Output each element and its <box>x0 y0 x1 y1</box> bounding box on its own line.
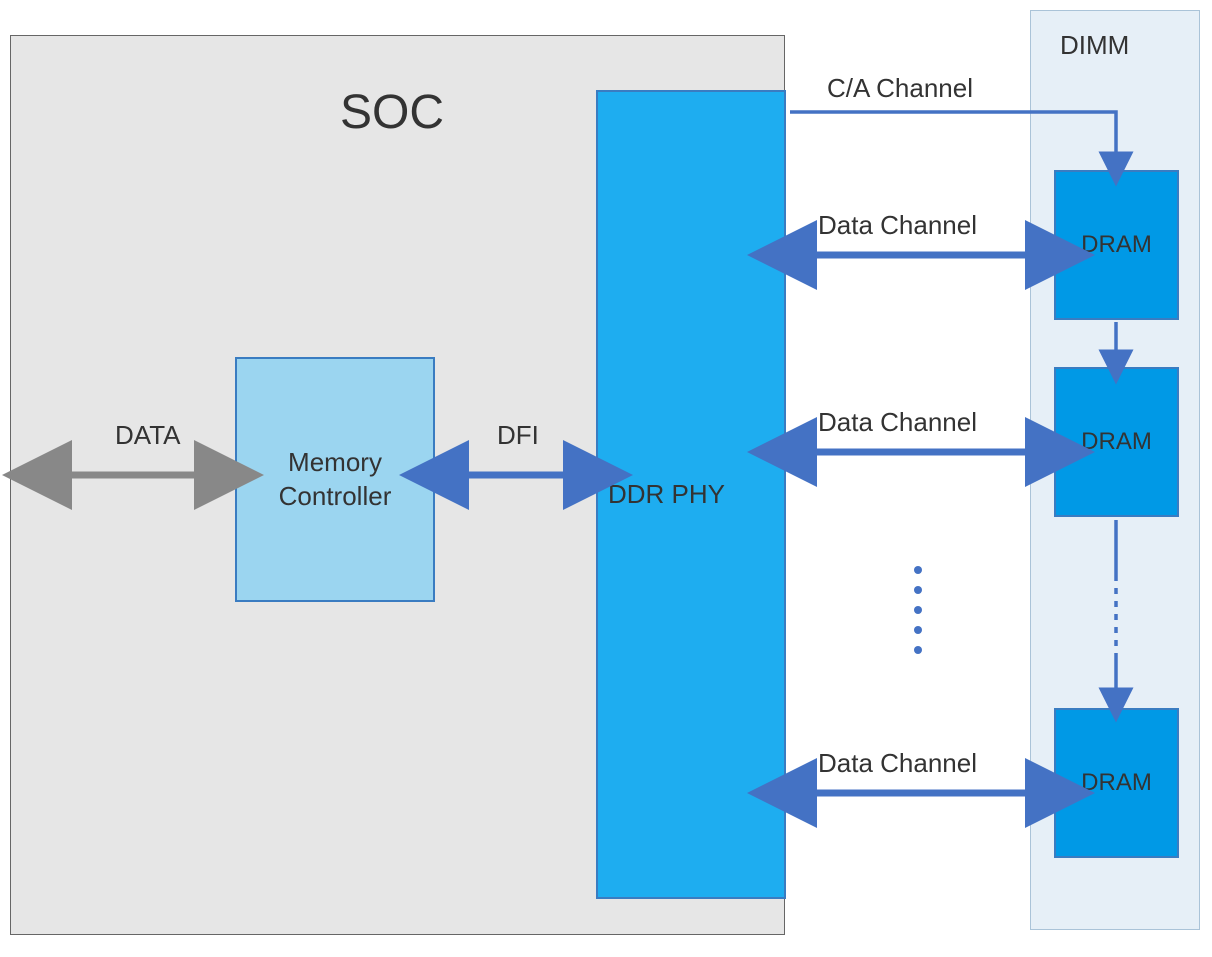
data-channel-2-arrow-icon <box>788 437 1054 467</box>
ddr-phy-block: DDR PHY <box>596 90 786 899</box>
data-arrow-icon <box>43 460 223 490</box>
ellipsis-dots-icon <box>908 555 938 675</box>
data-channel-label-2: Data Channel <box>818 407 977 438</box>
dram-block-1: DRAM <box>1054 170 1179 320</box>
data-channel-1-arrow-icon <box>788 240 1054 270</box>
memory-controller-block: Memory Controller <box>235 357 435 602</box>
dram-block-3: DRAM <box>1054 708 1179 858</box>
soc-title: SOC <box>340 85 444 140</box>
ddr-phy-label: DDR PHY <box>608 479 725 510</box>
data-label: DATA <box>115 420 180 451</box>
dimm-title: DIMM <box>1060 30 1129 61</box>
ca-channel-arrow-icon <box>788 100 1148 180</box>
memory-controller-label: Memory Controller <box>279 446 392 514</box>
ca-link-dashed-icon <box>1108 520 1138 705</box>
data-channel-label-3: Data Channel <box>818 748 977 779</box>
dram-block-2: DRAM <box>1054 367 1179 517</box>
dfi-arrow-icon <box>440 460 592 490</box>
data-channel-label-1: Data Channel <box>818 210 977 241</box>
dram-label: DRAM <box>1081 769 1152 797</box>
dfi-label: DFI <box>497 420 539 451</box>
dram-label: DRAM <box>1081 231 1152 259</box>
dram-label: DRAM <box>1081 428 1152 456</box>
data-channel-3-arrow-icon <box>788 778 1054 808</box>
ca-link-1-2-icon <box>1108 322 1138 372</box>
